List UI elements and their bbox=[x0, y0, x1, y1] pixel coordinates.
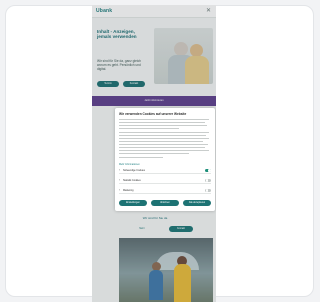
cookie-reject-button[interactable]: Ablehnen bbox=[151, 200, 179, 206]
cookie-option-statistics[interactable]: › Statistik Cookies bbox=[119, 178, 211, 184]
mobile-page-preview: Ubank ✕ Inhalt - Anzeigen, jemals verwen… bbox=[92, 5, 216, 302]
text-line bbox=[119, 125, 207, 126]
text-line bbox=[119, 150, 209, 151]
text-line bbox=[119, 157, 163, 158]
text-line bbox=[119, 153, 189, 154]
chevron-right-icon: › bbox=[119, 178, 121, 182]
cookie-dialog-title: Wir verwenden Cookies auf unserer Websit… bbox=[119, 112, 187, 116]
cookie-option-label: Notwendige Cookies bbox=[123, 169, 145, 172]
cookie-option-label: Marketing bbox=[123, 189, 134, 192]
more-info-link[interactable]: Mehr Informationen bbox=[119, 163, 140, 166]
cookie-toggle-statistics[interactable] bbox=[205, 179, 211, 183]
cookie-consent-dialog: Wir verwenden Cookies auf unserer Websit… bbox=[115, 108, 215, 211]
text-line bbox=[119, 147, 205, 148]
cookie-accept-button[interactable]: Alle akzeptieren bbox=[183, 200, 211, 206]
chevron-right-icon: › bbox=[119, 188, 121, 192]
text-line bbox=[119, 144, 208, 145]
cookie-settings-button[interactable]: Einstellungen bbox=[119, 200, 147, 206]
cookie-option-marketing[interactable]: › Marketing bbox=[119, 188, 211, 194]
text-line bbox=[119, 138, 209, 139]
text-line bbox=[119, 122, 205, 123]
cookie-option-necessary[interactable]: › Notwendige Cookies bbox=[119, 168, 211, 174]
text-line bbox=[119, 128, 179, 129]
text-line bbox=[119, 119, 209, 120]
text-line bbox=[119, 135, 206, 136]
cookie-toggle-marketing[interactable] bbox=[205, 189, 211, 193]
chevron-right-icon: › bbox=[119, 168, 121, 172]
cookie-toggle-necessary[interactable] bbox=[205, 169, 211, 173]
cookie-option-label: Statistik Cookies bbox=[123, 179, 141, 182]
text-line bbox=[119, 141, 203, 142]
text-line bbox=[119, 132, 209, 133]
